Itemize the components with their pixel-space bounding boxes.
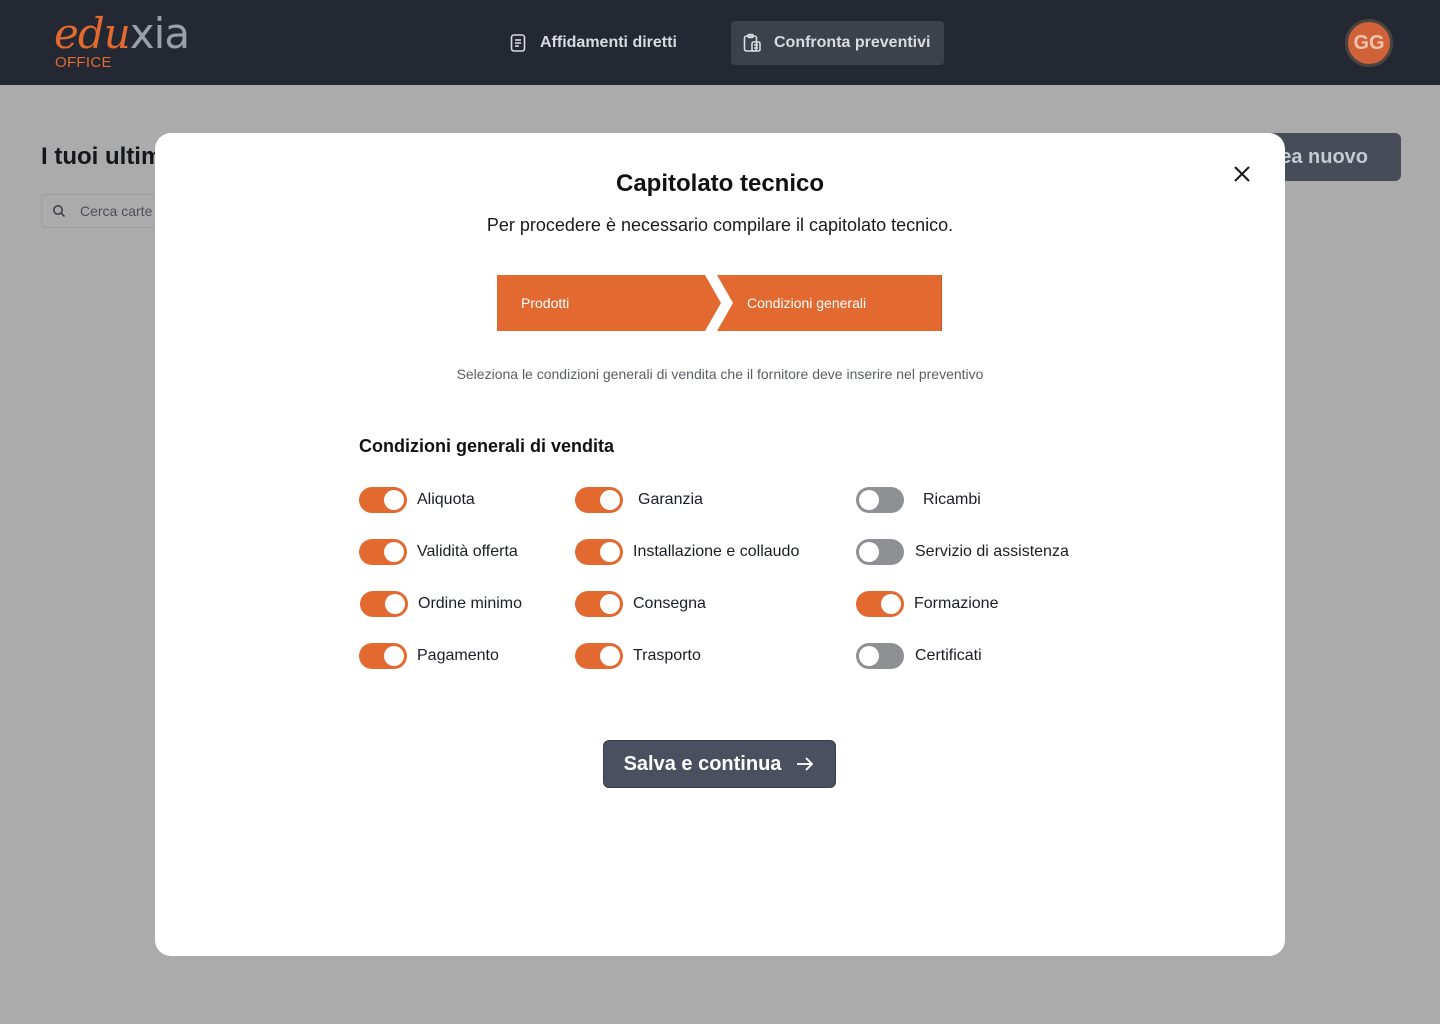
toggle-switch[interactable] bbox=[856, 591, 904, 617]
toggle-knob bbox=[384, 490, 404, 510]
logo-brand-part2: xia bbox=[129, 9, 190, 58]
condition-pagamento: Pagamento bbox=[359, 643, 499, 669]
toggle-knob bbox=[384, 542, 404, 562]
modal-title: Capitolato tecnico bbox=[615, 170, 825, 197]
document-icon bbox=[510, 34, 526, 52]
search-placeholder: Cerca carte bbox=[80, 203, 153, 219]
condition-validita-offerta: Validità offerta bbox=[359, 539, 518, 565]
condition-label: Ordine minimo bbox=[418, 595, 523, 612]
page-heading: I tuoi ultim bbox=[41, 143, 163, 170]
toggle-knob bbox=[600, 646, 620, 666]
toggle-switch[interactable] bbox=[856, 643, 904, 669]
condition-certificati: Certificati bbox=[856, 643, 982, 669]
step-label: Prodotti bbox=[521, 295, 570, 311]
condition-label: Servizio di assistenza bbox=[915, 543, 1069, 560]
save-button-label: Salva e continua bbox=[623, 752, 782, 775]
toggle-switch[interactable] bbox=[856, 539, 904, 565]
condition-label: Installazione e collaudo bbox=[633, 543, 800, 560]
logo-subtitle: OFFICE bbox=[55, 54, 112, 71]
toggle-knob bbox=[600, 542, 620, 562]
stepper: Prodotti Condizioni generali bbox=[497, 275, 943, 331]
toggle-knob bbox=[881, 594, 901, 614]
arrow-right-icon bbox=[797, 757, 814, 771]
technical-specs-modal: Capitolato tecnico Per procedere è neces… bbox=[155, 133, 1285, 956]
modal-subtitle: Per procedere è necessario compilare il … bbox=[486, 215, 954, 235]
nav-affidamenti-diretti[interactable]: Affidamenti diretti bbox=[497, 21, 688, 65]
nav-confronta-preventivi[interactable]: Confronta preventivi bbox=[731, 21, 944, 65]
condition-aliquota: Aliquota bbox=[359, 487, 475, 513]
condition-ordine-minimo: Ordine minimo bbox=[360, 591, 522, 617]
toggle-knob bbox=[600, 490, 620, 510]
toggle-switch[interactable] bbox=[575, 591, 623, 617]
condition-ricambi: Ricambi bbox=[856, 487, 981, 513]
toggle-knob bbox=[600, 594, 620, 614]
toggle-switch[interactable] bbox=[856, 487, 904, 513]
compare-clipboard-icon bbox=[743, 33, 761, 52]
toggle-knob bbox=[385, 594, 405, 614]
condition-label: Aliquota bbox=[417, 491, 475, 508]
logo-wordmark: eduxia bbox=[54, 8, 190, 60]
condition-trasporto: Trasporto bbox=[575, 643, 701, 669]
condition-label: Garanzia bbox=[638, 491, 703, 508]
step-prodotti[interactable]: Prodotti bbox=[497, 275, 721, 331]
condition-installazione-collaudo: Installazione e collaudo bbox=[575, 539, 799, 565]
condition-label: Ricambi bbox=[923, 491, 981, 508]
save-and-continue-button[interactable]: Salva e continua bbox=[603, 740, 836, 788]
condition-label: Pagamento bbox=[417, 647, 499, 664]
toggle-switch[interactable] bbox=[575, 539, 623, 565]
condition-label: Formazione bbox=[914, 595, 999, 612]
toggle-knob bbox=[384, 646, 404, 666]
step-label: Condizioni generali bbox=[747, 295, 867, 311]
condition-label: Consegna bbox=[633, 595, 706, 612]
toggle-switch[interactable] bbox=[359, 643, 407, 669]
user-avatar[interactable]: GG bbox=[1345, 19, 1393, 67]
condition-servizio-assistenza: Servizio di assistenza bbox=[856, 539, 1069, 565]
condition-consegna: Consegna bbox=[575, 591, 706, 617]
logo-brand-part1: edu bbox=[54, 9, 131, 58]
top-navigation-bar: eduxia OFFICE Affidamenti diretti Confro… bbox=[0, 0, 1440, 85]
toggle-switch[interactable] bbox=[359, 487, 407, 513]
instructions-text: Seleziona le condizioni generali di vend… bbox=[456, 366, 984, 382]
toggle-knob bbox=[859, 646, 879, 666]
nav-label: Affidamenti diretti bbox=[540, 34, 677, 51]
eduxia-logo[interactable]: eduxia OFFICE bbox=[54, 8, 214, 74]
toggle-switch[interactable] bbox=[575, 643, 623, 669]
section-title: Condizioni generali di vendita bbox=[359, 436, 615, 456]
condition-label: Certificati bbox=[915, 647, 982, 664]
condition-garanzia: Garanzia bbox=[575, 487, 703, 513]
toggle-switch[interactable] bbox=[359, 539, 407, 565]
toggle-knob bbox=[859, 542, 879, 562]
search-icon bbox=[53, 205, 66, 218]
condition-label: Validità offerta bbox=[417, 543, 518, 560]
condition-formazione: Formazione bbox=[856, 591, 998, 617]
toggle-knob bbox=[859, 490, 879, 510]
nav-label: Confronta preventivi bbox=[774, 34, 931, 51]
step-condizioni-generali[interactable]: Condizioni generali bbox=[717, 275, 942, 331]
toggle-switch[interactable] bbox=[575, 487, 623, 513]
toggle-switch[interactable] bbox=[360, 591, 408, 617]
condition-label: Trasporto bbox=[633, 647, 701, 664]
